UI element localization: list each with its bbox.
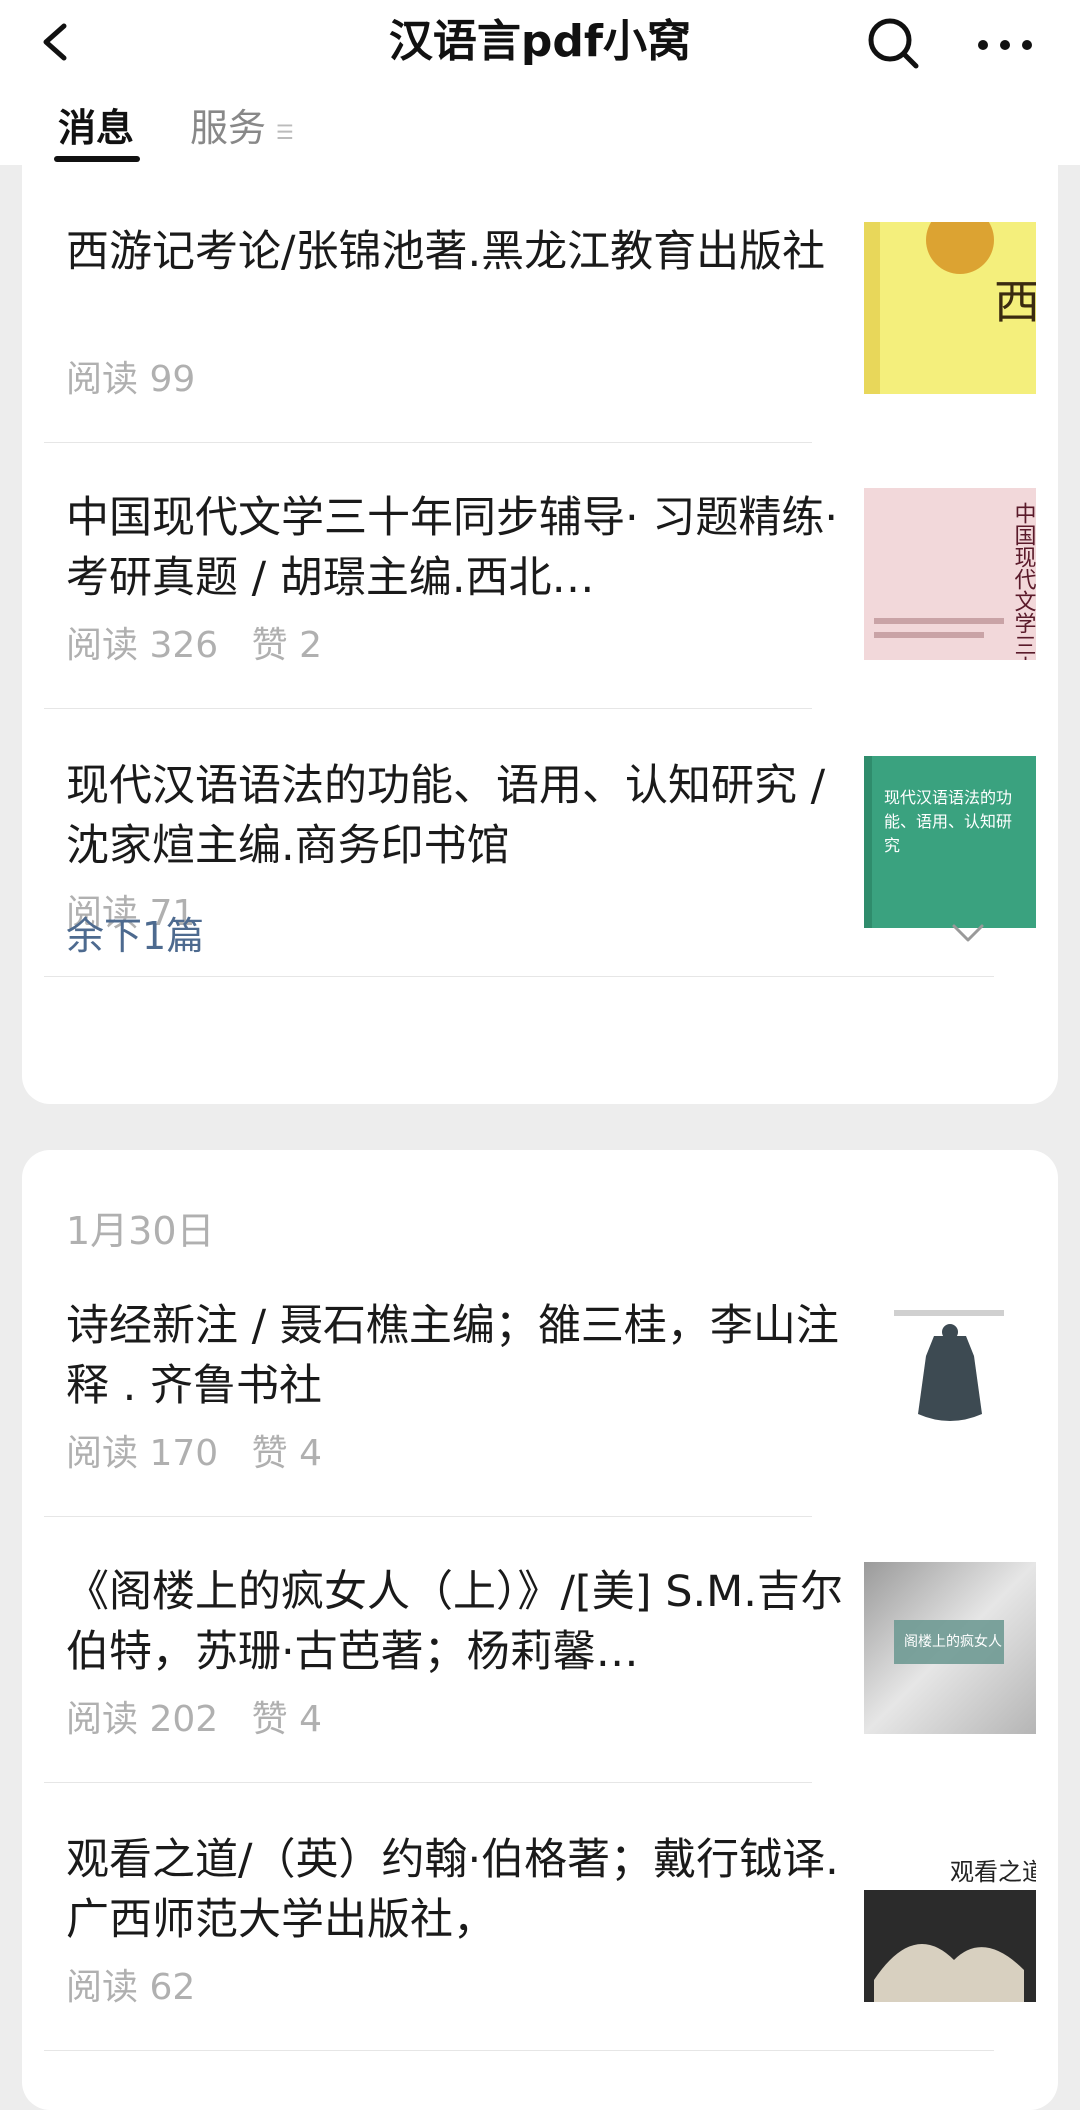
tab-messages[interactable]: 消息 [58, 96, 134, 160]
article-title: 现代汉语语法的功能、语用、认知研究 / 沈家煊主编.商务印书馆 [66, 761, 826, 871]
article-thumbnail: 现代汉语语法的功能、语用、认知研究 [864, 756, 1036, 928]
article-thumbnail: 观看之道 [864, 1830, 1036, 2002]
date-label: 1月30日 [66, 1209, 215, 1253]
divider [44, 2050, 994, 2051]
like-count: 赞 2 [251, 625, 322, 666]
article-meta: 阅读 62 [66, 1958, 217, 2010]
read-count: 阅读 62 [66, 1967, 196, 2008]
tab-active-indicator [54, 156, 140, 162]
article-thumbnail [864, 1296, 1036, 1468]
article-title: 西游记考论/张锦池著.黑龙江教育出版社 [66, 227, 826, 277]
article-title: 《阁楼上的疯女人（上）》/[美] S.M.吉尔伯特，苏珊·古芭著；杨莉馨… [66, 1567, 843, 1677]
article-title: 诗经新注 / 聂石樵主编；雒三桂，李山注释 . 齐鲁书社 [66, 1301, 839, 1411]
more-dots-icon [978, 40, 1032, 50]
menu-lines-icon: ☰ [276, 120, 294, 144]
thumb-text: 观看之道 [950, 1859, 1036, 1886]
article-meta: 阅读 326 赞 2 [66, 616, 344, 668]
thumb-text: 中国现代文学三十年 [1012, 502, 1037, 660]
like-count: 赞 4 [251, 1433, 322, 1474]
article-item[interactable]: 诗经新注 / 聂石樵主编；雒三桂，李山注释 . 齐鲁书社 阅读 170 赞 4 [44, 1296, 1040, 1564]
search-button[interactable] [862, 12, 924, 74]
article-title: 观看之道/（英）约翰·伯格著；戴行钺译.广西师范大学出版社， [66, 1835, 839, 1945]
like-count: 赞 4 [251, 1699, 322, 1740]
article-item[interactable]: 中国现代文学三十年同步辅导· 习题精练· 考研真题 / 胡璟主编.西北… 阅读 … [44, 488, 1040, 756]
chevron-down-icon[interactable] [948, 918, 988, 948]
article-thumbnail: 西遊記考論 [864, 222, 1036, 394]
more-options-button[interactable] [970, 20, 1040, 70]
top-bar: 汉语言pdf小窝 消息 服务 ☰ [0, 0, 1080, 165]
tab-bar: 消息 服务 ☰ [0, 96, 1080, 162]
read-count: 阅读 202 [66, 1699, 219, 1740]
article-thumbnail: 阁楼上的疯女人 [864, 1562, 1036, 1734]
article-item[interactable]: 《阁楼上的疯女人（上）》/[美] S.M.吉尔伯特，苏珊·古芭著；杨莉馨… 阅读… [44, 1562, 1040, 1830]
article-meta: 阅读 170 赞 4 [66, 1424, 344, 1476]
divider [44, 442, 812, 443]
article-item[interactable]: 西游记考论/张锦池著.黑龙江教育出版社 阅读 99 西遊記考論 [44, 222, 1040, 490]
thumb-text: 现代汉语语法的功能、语用、认知研究 [884, 788, 1013, 855]
article-title: 中国现代文学三十年同步辅导· 习题精练· 考研真题 / 胡璟主编.西北… [66, 493, 839, 603]
search-icon [868, 18, 919, 69]
article-thumbnail: 中国现代文学三十年 [864, 488, 1036, 660]
thumb-text: 西遊記考論 [994, 277, 1036, 328]
read-count: 阅读 326 [66, 625, 219, 666]
read-count: 阅读 99 [66, 359, 196, 400]
divider [44, 1782, 812, 1783]
article-item[interactable]: 现代汉语语法的功能、语用、认知研究 / 沈家煊主编.商务印书馆 阅读 71 现代… [44, 756, 1040, 1024]
tab-services[interactable]: 服务 [190, 96, 266, 160]
read-count: 阅读 170 [66, 1433, 219, 1474]
divider [44, 1516, 812, 1517]
article-meta: 阅读 202 赞 4 [66, 1690, 344, 1742]
article-item[interactable]: 观看之道/（英）约翰·伯格著；戴行钺译.广西师范大学出版社， 阅读 62 观看之… [44, 1830, 1040, 2098]
divider [44, 708, 812, 709]
thumb-text: 阁楼上的疯女人 [904, 1633, 1002, 1650]
remaining-articles-link[interactable]: 余下1篇 [66, 905, 204, 960]
divider [44, 976, 994, 977]
article-meta: 阅读 99 [66, 350, 217, 402]
